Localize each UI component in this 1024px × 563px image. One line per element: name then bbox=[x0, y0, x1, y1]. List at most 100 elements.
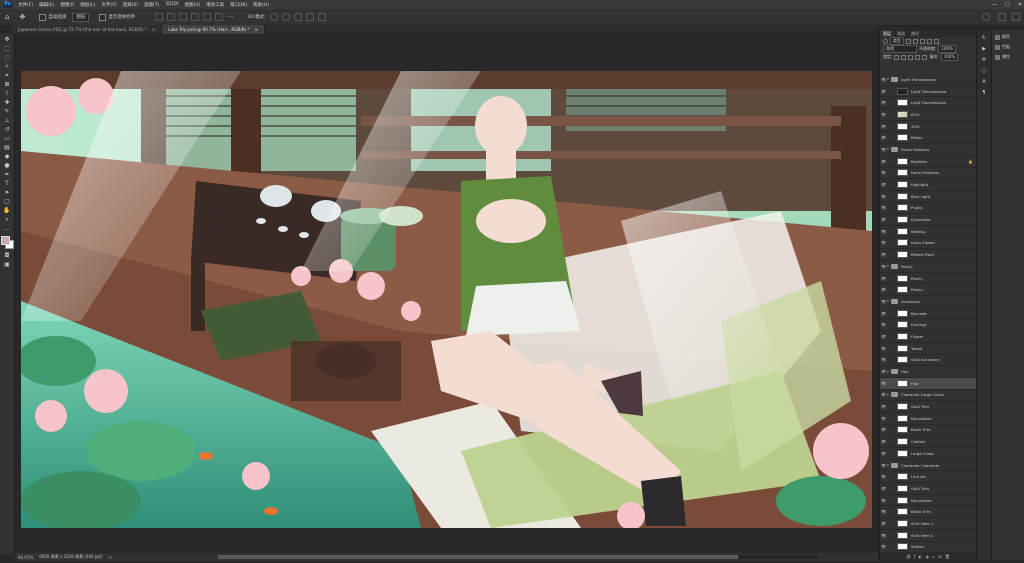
align-middle-icon[interactable] bbox=[203, 13, 212, 21]
fill-input[interactable]: 100% bbox=[940, 53, 959, 61]
layer-row[interactable]: 👁 Black Trim bbox=[880, 506, 976, 519]
visibility-eye-icon[interactable]: 👁 bbox=[880, 229, 887, 234]
zoom-tool-icon[interactable]: ⌕ bbox=[3, 216, 12, 223]
hand-tool-icon[interactable]: ✋ bbox=[3, 207, 12, 214]
visibility-eye-icon[interactable]: 👁 bbox=[880, 182, 887, 187]
status-arrow-icon[interactable]: > bbox=[109, 555, 112, 560]
menu-select[interactable]: 选择(S) bbox=[120, 2, 141, 8]
menu-view[interactable]: 视图(V) bbox=[182, 2, 204, 8]
visibility-eye-icon[interactable]: 👁 bbox=[880, 135, 887, 140]
visibility-eye-icon[interactable]: 👁 bbox=[880, 334, 887, 339]
visibility-eye-icon[interactable]: 👁 bbox=[880, 124, 887, 129]
tab-japanese-onsen[interactable]: Japanese Onsen.PSD @ 72.7% (the hair at … bbox=[12, 25, 163, 34]
maximize-button[interactable]: ▢ bbox=[1005, 2, 1010, 8]
visibility-eye-icon[interactable]: 👁 bbox=[880, 346, 887, 351]
3d-scale-icon[interactable] bbox=[317, 13, 326, 21]
visibility-eye-icon[interactable]: 👁 bbox=[880, 311, 887, 316]
properties-panel-item[interactable]: 属性 bbox=[995, 54, 1022, 60]
3d-roll-icon[interactable] bbox=[281, 13, 290, 21]
visibility-eye-icon[interactable]: 👁 bbox=[880, 474, 887, 479]
swatches-panel-item[interactable]: 色板 bbox=[995, 44, 1022, 50]
tab-layers[interactable]: 图层 bbox=[880, 30, 894, 37]
layer-row[interactable]: 👁 Skirt Hem 2 bbox=[880, 530, 976, 542]
visibility-eye-icon[interactable]: 👁 bbox=[880, 404, 887, 409]
more-options-icon[interactable]: … bbox=[227, 13, 235, 21]
visibility-eye-icon[interactable]: 👁 bbox=[880, 357, 887, 362]
tab-paths[interactable]: 路径 bbox=[908, 30, 922, 37]
visibility-eye-icon[interactable]: 👁 bbox=[880, 509, 887, 514]
move-tool-icon[interactable]: ✥ bbox=[19, 13, 25, 21]
layer-row[interactable]: 👁 Flower bbox=[880, 331, 976, 343]
layer-row[interactable]: 👁 Pastry bbox=[880, 284, 976, 297]
visibility-eye-icon[interactable]: 👁 bbox=[880, 486, 887, 491]
menu-type[interactable]: 文字(Y) bbox=[98, 2, 119, 8]
layer-row[interactable]: 👁 Decoration bbox=[880, 495, 976, 507]
visibility-eye-icon[interactable]: 👁 bbox=[880, 381, 887, 386]
visibility-eye-icon[interactable]: 👁 bbox=[880, 544, 887, 549]
visibility-eye-icon[interactable]: 👁 bbox=[880, 521, 887, 526]
align-center-icon[interactable] bbox=[167, 13, 176, 21]
visibility-eye-icon[interactable]: 👁 bbox=[880, 170, 887, 175]
layer-row[interactable]: 👁 Gold Accessory bbox=[880, 355, 976, 367]
layer-row[interactable]: 👁 Pupils bbox=[880, 203, 976, 215]
layer-row[interactable]: 👁 Eyewhites bbox=[880, 214, 976, 226]
filter-shape-icon[interactable] bbox=[927, 38, 932, 44]
lock-position-icon[interactable] bbox=[908, 54, 914, 60]
visibility-eye-icon[interactable]: 👁 bbox=[880, 416, 887, 421]
new-layer-icon[interactable]: ⊞ bbox=[938, 554, 941, 559]
color-swatches[interactable] bbox=[1, 236, 14, 249]
eyedropper-icon[interactable]: ⌇ bbox=[3, 90, 12, 97]
visibility-eye-icon[interactable]: 👁 bbox=[880, 533, 887, 538]
layer-group-row[interactable]: 👁 ▾ Facial Features bbox=[880, 144, 976, 156]
align-bottom-icon[interactable] bbox=[215, 13, 224, 21]
brush-tool-icon[interactable]: ✎ bbox=[3, 108, 12, 115]
menu-plugins[interactable]: 增效工具 bbox=[203, 2, 227, 8]
mask-icon[interactable]: ◐ bbox=[919, 554, 923, 559]
lock-artboard-icon[interactable] bbox=[915, 54, 921, 60]
visibility-eye-icon[interactable]: 👁 bbox=[880, 194, 887, 199]
layer-row[interactable]: 👁 Earrings bbox=[880, 319, 976, 332]
menu-3d[interactable]: 3D(D) bbox=[162, 2, 181, 7]
quick-mask-icon[interactable]: ◘ bbox=[3, 252, 12, 259]
layer-row[interactable]: 👁 Brighten 🔒 bbox=[880, 156, 976, 168]
path-select-icon[interactable]: ➤ bbox=[3, 189, 12, 196]
tab-lake-trip[interactable]: Lake Trip.psd @ 60.7% (Hair , RGB/8) * × bbox=[162, 25, 266, 34]
menu-filter[interactable]: 滤镜(T) bbox=[141, 2, 162, 8]
visibility-eye-icon[interactable]: 👁 bbox=[880, 287, 887, 292]
visibility-eye-icon[interactable]: 👁 bbox=[880, 463, 887, 468]
home-icon[interactable]: ⌂ bbox=[5, 13, 9, 21]
menu-window[interactable]: 窗口(W) bbox=[227, 2, 250, 8]
align-right-icon[interactable] bbox=[179, 13, 188, 21]
layer-row[interactable]: 👁 Large Chest bbox=[880, 448, 976, 460]
layer-row[interactable]: 👁 Black Trim bbox=[880, 425, 976, 437]
layer-row[interactable]: 👁 Light Transmission bbox=[880, 97, 976, 110]
visibility-eye-icon[interactable]: 👁 bbox=[880, 252, 887, 257]
layer-row[interactable]: 👁 Petals bbox=[880, 132, 976, 145]
lock-transparency-icon[interactable] bbox=[894, 54, 900, 60]
paragraph-icon[interactable]: ¶ bbox=[980, 90, 988, 96]
zoom-level[interactable]: 60.67% bbox=[18, 555, 33, 560]
dodge-tool-icon[interactable]: ● bbox=[3, 162, 12, 169]
gradient-tool-icon[interactable]: ▤ bbox=[3, 144, 12, 151]
filter-pixel-icon[interactable] bbox=[906, 38, 911, 44]
scrollbar-thumb[interactable] bbox=[217, 555, 738, 559]
visibility-eye-icon[interactable]: 👁 bbox=[880, 299, 887, 304]
type-tool-icon[interactable]: T bbox=[3, 180, 12, 187]
layer-row[interactable]: 👁 Makeup bbox=[880, 226, 976, 238]
healing-brush-icon[interactable]: ✚ bbox=[3, 99, 12, 106]
layer-row[interactable]: 👁 Hair bbox=[880, 377, 976, 390]
share-icon[interactable] bbox=[1012, 13, 1020, 21]
info-icon[interactable]: ⓘ bbox=[980, 68, 988, 74]
link-icon[interactable]: ⛓ bbox=[906, 554, 911, 559]
crop-tool-icon[interactable]: ⌗ bbox=[3, 72, 12, 79]
layer-group-row[interactable]: 👁 ▾ Pastry bbox=[880, 261, 976, 273]
minimize-button[interactable]: — bbox=[992, 2, 997, 8]
move-tool-icon[interactable]: ✥ bbox=[3, 36, 12, 43]
workspace-icon[interactable] bbox=[998, 13, 1006, 21]
actions-icon[interactable]: ▶ bbox=[980, 46, 988, 52]
visibility-eye-icon[interactable]: 👁 bbox=[880, 77, 887, 82]
blend-mode-dropdown[interactable]: 穿透 bbox=[883, 45, 917, 53]
filter-adjustment-icon[interactable] bbox=[913, 38, 918, 44]
tab-channels[interactable]: 通道 bbox=[894, 30, 908, 37]
auto-select-dropdown[interactable]: 图层 bbox=[72, 12, 90, 22]
